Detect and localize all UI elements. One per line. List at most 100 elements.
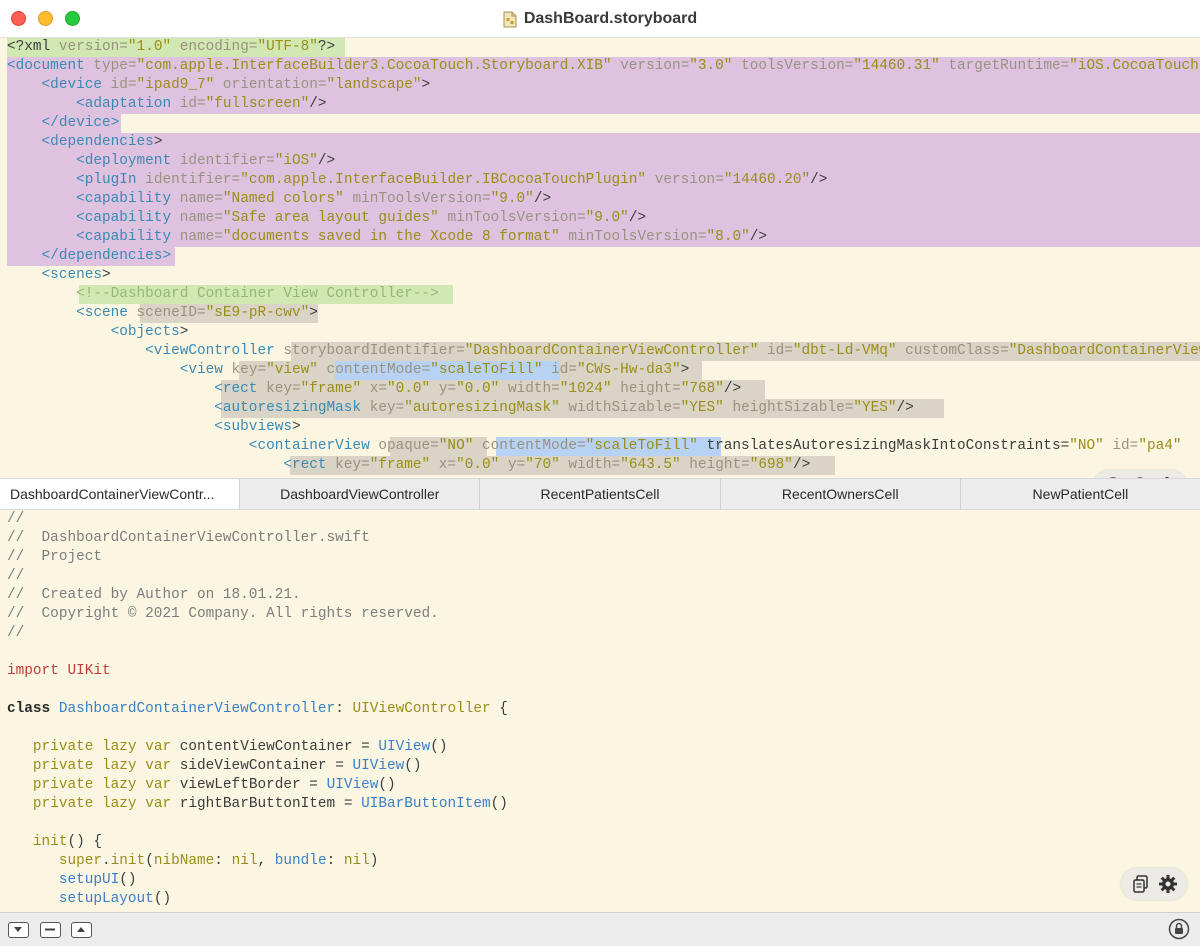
xml-token: x= [361, 381, 388, 397]
swift-token: , [257, 853, 275, 869]
tab-new-patient-cell[interactable]: NewPatientCell [961, 479, 1200, 509]
storyboard-source-editor[interactable]: <?xml version="1.0" encoding="UTF-8"?> <d… [0, 38, 1200, 478]
xml-token: <deployment [7, 153, 172, 169]
xml-token: "Safe area layout guides" [222, 210, 439, 226]
xml-token: <scenes [7, 267, 102, 283]
tab-label: NewPatientCell [1032, 486, 1129, 502]
swift-token: : [326, 853, 344, 869]
editor-tab-bar: DashboardContainerViewContr... Dashboard… [0, 478, 1200, 510]
swift-source-editor[interactable]: // // DashboardContainerViewController.sw… [0, 510, 1200, 912]
swift-line: setupUI() [7, 871, 137, 890]
xml-token: minToolsVersion= [343, 191, 491, 207]
xml-token: "com.apple.InterfaceBuilder.IBCocoaTouch… [240, 172, 647, 188]
xml-token: opaque= [369, 438, 439, 454]
xml-token: > [102, 267, 111, 283]
xml-token: <viewController [7, 343, 275, 359]
xml-token: y= [430, 381, 457, 397]
xml-token: "643.5" [620, 457, 681, 473]
xml-token: name= [171, 210, 223, 226]
xml-line: <objects> [7, 323, 189, 342]
lock-icon[interactable] [1168, 918, 1190, 940]
xml-token: > [421, 77, 431, 93]
xml-token: "NO" [438, 438, 474, 454]
swift-token: : [214, 853, 232, 869]
tab-dashboard-view-controller[interactable]: DashboardViewController [240, 479, 481, 509]
xml-token: <!--Dashboard Container View Controller-… [7, 286, 439, 302]
xml-token: id= [102, 77, 137, 93]
swift-line: // [7, 624, 24, 643]
xml-token: "dbt-Ld-VMq" [792, 343, 897, 359]
xml-line: <dependencies> [7, 133, 163, 152]
xml-token: "0.0" [456, 457, 500, 473]
xml-token: "0.0" [456, 381, 500, 397]
xml-token: identifier= [136, 172, 241, 188]
xml-token: name= [171, 191, 223, 207]
xml-token: <rect [7, 381, 258, 397]
xml-token: translatesAutoresizingMaskIntoConstraint… [697, 438, 1070, 454]
swift-token: : [335, 701, 353, 717]
gear-icon[interactable] [1158, 874, 1178, 894]
swift-line: init() { [7, 833, 102, 852]
swift-line: private lazy var contentViewContainer = … [7, 738, 448, 757]
swift-token: var [145, 758, 172, 774]
swift-token: // Created by Author on 18.01.21. [7, 587, 301, 603]
xml-token: </dependencies> [7, 248, 172, 264]
xml-line: <autoresizingMask key="autoresizingMask"… [7, 399, 914, 418]
xml-token: key= [222, 362, 267, 378]
swift-line: private lazy var sideViewContainer = UIV… [7, 757, 422, 776]
xml-token: "scaleToFill" [430, 362, 543, 378]
code-options-pill [1121, 868, 1187, 900]
expand-up-button[interactable] [71, 922, 92, 938]
swift-token: contentViewContainer = [171, 739, 379, 755]
xml-token: x= [430, 457, 457, 473]
swift-token: () [404, 758, 422, 774]
xml-line: </dependencies> [7, 247, 172, 266]
tab-recent-owners-cell[interactable]: RecentOwnersCell [721, 479, 961, 509]
xml-token: encoding= [171, 39, 258, 55]
xml-line: <scenes> [7, 266, 111, 285]
minimize-panel-button[interactable] [40, 922, 61, 938]
xml-token: <capability [7, 229, 172, 245]
xml-token: "frame" [369, 457, 431, 473]
swift-token: // DashboardContainerViewController.swif… [7, 530, 370, 546]
swift-token: DashboardContainerViewController [58, 701, 336, 717]
swift-token: private [7, 739, 94, 755]
xml-token: customClass= [896, 343, 1009, 359]
xml-token: "autoresizingMask" [404, 400, 560, 416]
xml-token: storyboardIdentifier= [274, 343, 465, 359]
tab-recent-patients-cell[interactable]: RecentPatientsCell [480, 479, 721, 509]
xml-token: "ipad9_7" [136, 77, 215, 93]
xml-token: width= [499, 381, 560, 397]
xml-token: <containerView [7, 438, 370, 454]
xml-token: "DashboardContainerViewController" [1008, 343, 1200, 359]
xcode-window: { "window": { "title": "DashBoard.storyb… [0, 0, 1200, 946]
xml-token: version= [611, 58, 690, 74]
xml-token: /> [317, 153, 336, 169]
xml-token: "3.0" [689, 58, 733, 74]
xml-line: <deployment identifier="iOS"/> [7, 152, 335, 171]
xml-line: <viewController storyboardIdentifier= "Da… [7, 342, 1200, 361]
xml-token: <view [7, 362, 223, 378]
swift-line: // Copyright © 2021 Company. All rights … [7, 605, 439, 624]
swift-token: private [7, 777, 94, 793]
xml-token: "9.0" [490, 191, 534, 207]
xml-token: <document [7, 58, 85, 74]
tab-dashboard-container-view-controller[interactable]: DashboardContainerViewContr... [0, 479, 241, 509]
swift-token: class [7, 701, 51, 717]
xml-token: "YES" [853, 400, 897, 416]
swift-token: sideViewContainer = [171, 758, 353, 774]
xml-token: <rect [7, 457, 327, 473]
xml-token: > [153, 134, 163, 150]
swift-token: () { [67, 834, 102, 850]
swift-token: nibName [153, 853, 215, 869]
copy-icon[interactable] [1131, 874, 1151, 894]
swift-token: () [430, 739, 448, 755]
collapse-down-button[interactable] [8, 922, 29, 938]
swift-token: private [7, 758, 94, 774]
xml-token: "scaleToFill" [585, 438, 698, 454]
swift-token: lazy [102, 796, 137, 812]
swift-token: nil [231, 853, 258, 869]
xml-token: toolsVersion= [732, 58, 854, 74]
swift-token [93, 777, 102, 793]
xml-token: "1024" [559, 381, 612, 397]
